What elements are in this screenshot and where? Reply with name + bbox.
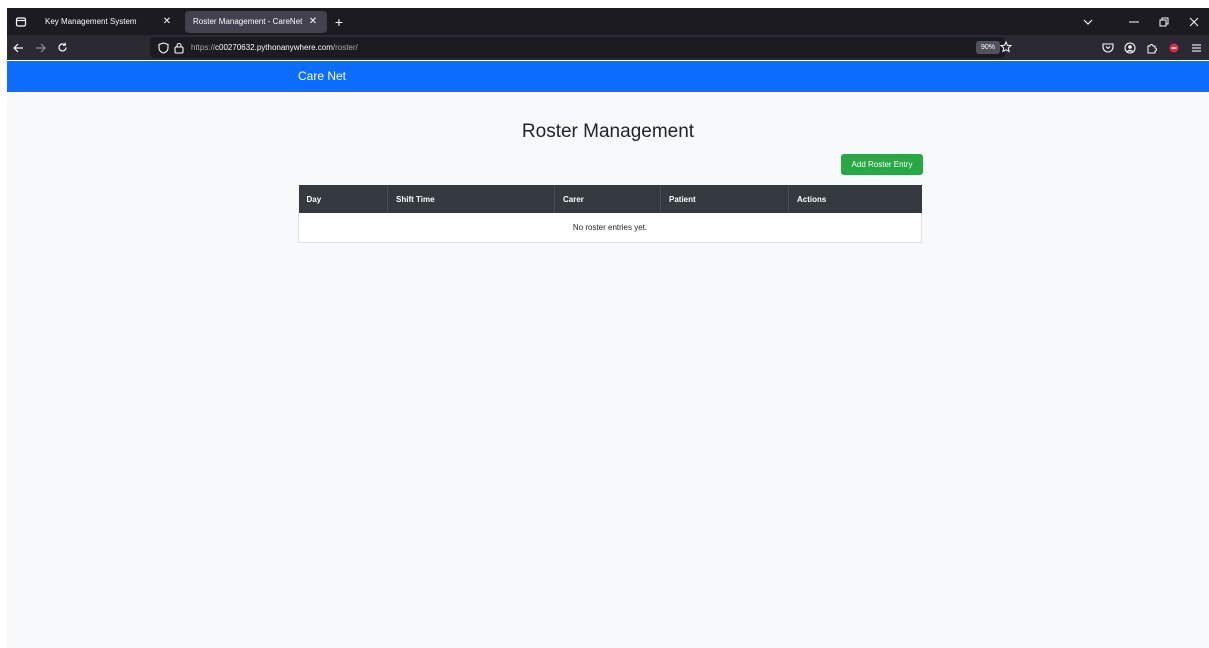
bookmark-star-icon[interactable] [998,39,1014,55]
column-header-actions: Actions [788,185,922,213]
column-header-carer: Carer [554,185,661,213]
firefox-view-icon[interactable] [9,11,33,33]
account-icon[interactable] [1119,37,1141,59]
lock-icon[interactable] [171,40,187,56]
chevron-down-icon[interactable] [1073,8,1103,35]
close-icon[interactable]: ✕ [307,16,319,27]
browser-toolbar: https://c00270632.pythonanywhere.com/ros… [7,35,1209,60]
browser-window: Key Management System ✕ Roster Managemen… [7,8,1209,648]
url-bar[interactable]: https://c00270632.pythonanywhere.com/ros… [150,37,1012,58]
shield-icon[interactable] [155,40,171,56]
url-host: c00270632.pythonanywhere.com [215,43,333,52]
pocket-icon[interactable] [1097,37,1119,59]
page-title: Roster Management [521,121,695,142]
column-header-patient: Patient [660,185,789,213]
menu-icon[interactable] [1185,37,1207,59]
empty-table-message: No roster entries yet. [298,213,922,243]
window-controls [1073,8,1209,35]
table-row: No roster entries yet. [298,213,922,243]
site-navbar: Care Net [7,61,1209,92]
back-arrow-icon[interactable] [7,37,29,59]
close-window-icon[interactable] [1179,8,1209,35]
tab-title: Key Management System [45,17,137,26]
reload-icon[interactable] [51,37,73,59]
tab-roster-management[interactable]: Roster Management - CareNet ✕ [185,10,327,33]
add-roster-entry-button[interactable]: Add Roster Entry [841,154,923,175]
url-text: https://c00270632.pythonanywhere.com/ros… [191,43,358,52]
toolbar-right [1097,35,1209,60]
minimize-icon[interactable] [1119,8,1149,35]
record-extension-icon[interactable] [1163,37,1185,59]
table-header-row: Day Shift Time Carer Patient Actions [298,185,922,213]
extensions-icon[interactable] [1141,37,1163,59]
close-icon[interactable]: ✕ [161,16,173,27]
url-scheme: https:// [191,43,216,52]
tab-key-management[interactable]: Key Management System ✕ [37,11,181,33]
column-header-day: Day [298,185,388,213]
roster-table: Day Shift Time Carer Patient Actions No … [298,185,922,243]
forward-arrow-icon[interactable] [29,37,51,59]
column-header-shift-time: Shift Time [387,185,555,213]
brand-link[interactable]: Care Net [298,69,346,83]
restore-icon[interactable] [1149,8,1179,35]
url-path: /roster/ [332,43,358,52]
zoom-indicator[interactable]: 90% [976,41,1001,54]
tab-title: Roster Management - CareNet [193,17,303,26]
new-tab-icon[interactable]: + [329,12,349,32]
tab-strip: Key Management System ✕ Roster Managemen… [7,8,1209,35]
